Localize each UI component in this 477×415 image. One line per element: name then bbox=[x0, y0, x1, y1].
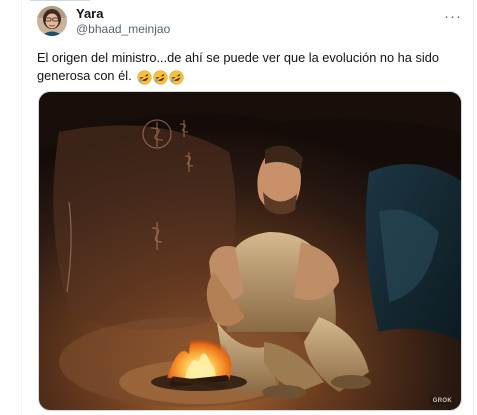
grok-badge: GROK bbox=[429, 397, 455, 405]
timeline-divider-left bbox=[21, 0, 22, 415]
rolling-laughing-emoji-icon bbox=[153, 70, 168, 85]
tweet-text: El origen del ministro...de ahí se puede… bbox=[37, 49, 467, 88]
user-avatar-image bbox=[37, 6, 67, 36]
emoji-group bbox=[137, 70, 185, 88]
author-info: Yara @bhaad_meinjao bbox=[76, 6, 170, 37]
rolling-laughing-emoji-icon bbox=[169, 70, 184, 85]
avatar[interactable] bbox=[37, 6, 67, 36]
more-options-button[interactable]: ··· bbox=[440, 5, 466, 27]
tweet-container: Yara @bhaad_meinjao ··· El origen del mi… bbox=[0, 0, 477, 415]
author-display-name[interactable]: Yara bbox=[76, 6, 170, 21]
more-horizontal-icon: ··· bbox=[444, 7, 462, 25]
author-handle[interactable]: @bhaad_meinjao bbox=[76, 22, 170, 37]
tweet-image[interactable]: GROK bbox=[38, 91, 462, 411]
caveman-campfire-image bbox=[39, 92, 461, 410]
rolling-laughing-emoji-icon bbox=[137, 70, 152, 85]
tweet-body: El origen del ministro...de ahí se puede… bbox=[37, 50, 439, 83]
previous-post-edge bbox=[30, 0, 90, 3]
timeline-divider-right bbox=[473, 0, 474, 415]
